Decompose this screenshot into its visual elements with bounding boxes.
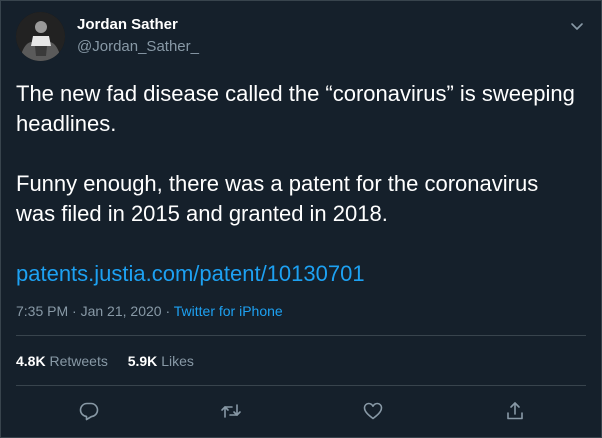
retweets-stat[interactable]: 4.8K Retweets — [16, 353, 108, 369]
avatar-image — [16, 12, 65, 61]
retweets-count: 4.8K — [16, 353, 46, 369]
tweet-paragraph-1: The new fad disease called the “coronavi… — [16, 81, 575, 136]
action-bar — [1, 400, 601, 422]
chevron-down-icon[interactable] — [567, 16, 587, 36]
tweet-paragraph-2: Funny enough, there was a patent for the… — [16, 171, 539, 226]
reply-icon[interactable] — [78, 400, 100, 422]
share-icon[interactable] — [504, 400, 526, 422]
meta-separator: · — [165, 303, 171, 319]
tweet-metadata: 7:35 PM · Jan 21, 2020 · Twitter for iPh… — [16, 303, 283, 319]
tweet-link[interactable]: patents.justia.com/patent/10130701 — [16, 259, 365, 289]
tweet-body: The new fad disease called the “coronavi… — [16, 79, 576, 229]
tweet-date[interactable]: Jan 21, 2020 — [81, 303, 162, 319]
likes-stat[interactable]: 5.9K Likes — [128, 353, 194, 369]
author-handle[interactable]: @Jordan_Sather_ — [77, 38, 199, 55]
engagement-stats: 4.8K Retweets 5.9K Likes — [16, 353, 210, 369]
tweet-card: Jordan Sather @Jordan_Sather_ The new fa… — [0, 0, 602, 438]
divider — [16, 385, 586, 386]
tweet-source[interactable]: Twitter for iPhone — [174, 303, 283, 319]
tweet-time[interactable]: 7:35 PM — [16, 303, 68, 319]
author-name[interactable]: Jordan Sather — [77, 16, 178, 33]
retweet-icon[interactable] — [220, 400, 242, 422]
retweets-label: Retweets — [49, 353, 108, 369]
avatar[interactable] — [16, 12, 65, 61]
likes-label: Likes — [161, 353, 194, 369]
meta-separator: · — [72, 303, 77, 319]
heart-icon[interactable] — [362, 400, 384, 422]
divider — [16, 335, 586, 336]
likes-count: 5.9K — [127, 353, 158, 369]
